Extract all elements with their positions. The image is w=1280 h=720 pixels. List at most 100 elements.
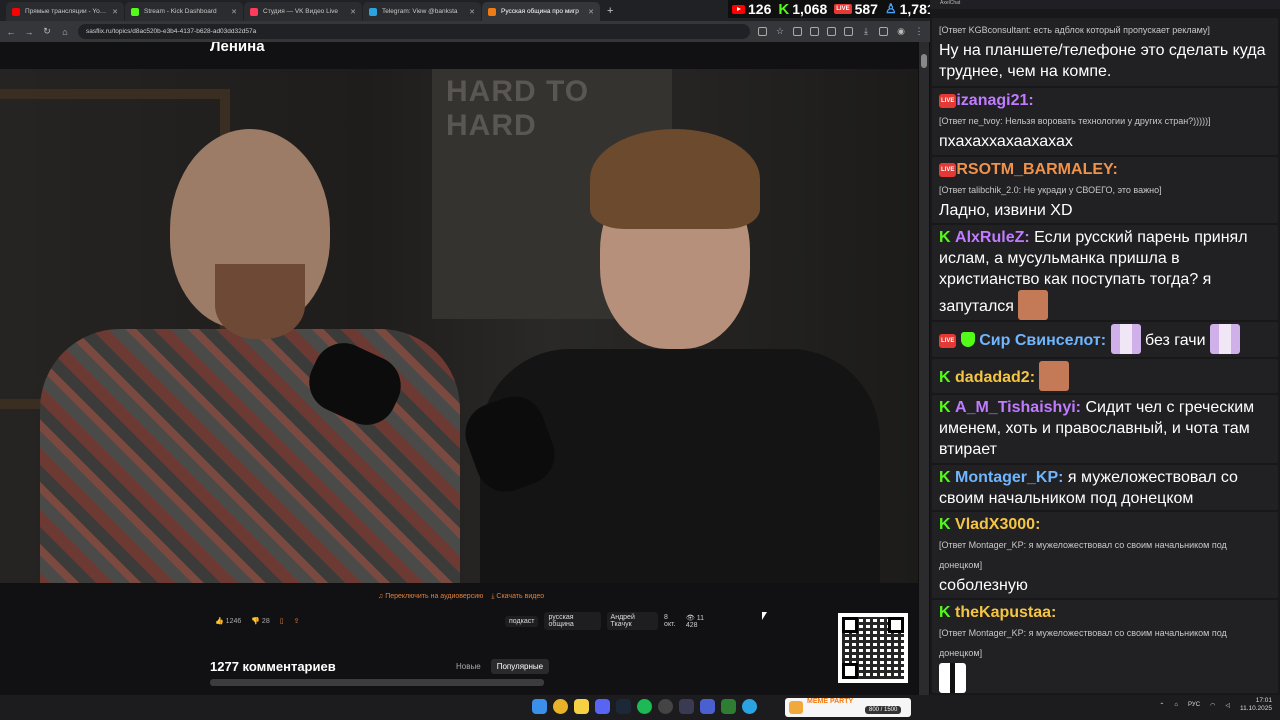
message-text: пхахаххахаахахах: [939, 133, 1073, 150]
sidebar-icon[interactable]: [879, 27, 888, 36]
screen: Прямые трансляции - YouTube ✕ Stream - Ki…: [0, 0, 1280, 720]
username[interactable]: VladX3000:: [955, 516, 1040, 533]
chrome-icon[interactable]: [553, 699, 568, 714]
tab-kick[interactable]: Stream - Kick Dashboard ✕: [125, 2, 243, 21]
extension-icon[interactable]: [827, 27, 836, 36]
home-icon[interactable]: ⌂: [60, 27, 70, 37]
profile-icon[interactable]: ◉: [896, 26, 906, 37]
install-icon[interactable]: [758, 27, 767, 36]
username[interactable]: RSOTM_BARMALEY:: [956, 161, 1117, 178]
tab-active[interactable]: Русская община про мигр ✕: [482, 2, 600, 21]
username[interactable]: Сир Свинселот:: [979, 332, 1106, 349]
language-indicator[interactable]: РУС: [1188, 702, 1200, 708]
start-icon[interactable]: [532, 699, 547, 714]
chat-message: K A_M_Tishaishyi: Сидит чел с греческим …: [932, 395, 1278, 463]
obs-icon[interactable]: [658, 699, 673, 714]
tag[interactable]: Андрей Ткачук: [606, 612, 659, 630]
party-icon: [789, 701, 803, 714]
chat-message: K theKapustaa: [Ответ Montager_KP: я муж…: [932, 600, 1278, 693]
forward-icon[interactable]: →: [24, 27, 34, 37]
wifi-icon[interactable]: ◠: [1210, 702, 1215, 709]
site-icon: [488, 7, 496, 16]
taskbar: MEME PARTY 800 / 1500 ⌃ ⌂ РУС ◠ ◁ 17:01 …: [0, 695, 1280, 720]
viewers-icon: ♙: [884, 1, 897, 16]
download-video-link[interactable]: ⤓ Скачать видео: [491, 593, 544, 601]
comments-count: 1277 комментариев: [210, 659, 336, 674]
emote-icon: [1039, 361, 1070, 391]
tab-telegram[interactable]: Telegram: View @banksta ✕: [363, 2, 481, 21]
close-icon[interactable]: ✕: [350, 8, 356, 16]
username[interactable]: dadadad2:: [955, 369, 1035, 386]
download-icon[interactable]: ⤓: [861, 26, 871, 37]
page-scrollbar[interactable]: [919, 42, 929, 695]
extension-icon[interactable]: [793, 27, 802, 36]
sort-new-button[interactable]: Новые: [450, 659, 487, 674]
tag[interactable]: русская община: [544, 612, 601, 630]
tab-vk[interactable]: Студия — VK Видео Live ✕: [244, 2, 362, 21]
clock[interactable]: 17:01 11.10.2025: [1240, 697, 1272, 713]
youtube-icon: [732, 4, 745, 14]
username[interactable]: A_M_Tishaishyi:: [955, 399, 1081, 416]
address-bar[interactable]: sasflix.ru/topics/d8ac520b-e3b4-4137-b62…: [78, 24, 750, 39]
tag-list: подкаст русская община Андрей Ткачук 8 о…: [505, 612, 715, 630]
scrollbar-thumb[interactable]: [921, 54, 927, 68]
volume-icon[interactable]: ◁: [1225, 702, 1230, 709]
share-icon[interactable]: ⇪: [294, 617, 300, 625]
steam-icon[interactable]: [616, 699, 631, 714]
bookmark-icon[interactable]: ▯: [280, 617, 284, 625]
youtube-viewers: 126: [748, 1, 772, 17]
reload-icon[interactable]: ↻: [42, 26, 52, 37]
tag[interactable]: подкаст: [505, 615, 539, 627]
publish-date: 8 окт.: [664, 614, 676, 628]
menu-icon[interactable]: ⋮: [914, 26, 924, 37]
browser-toolbar: ← → ↻ ⌂ sasflix.ru/topics/d8ac520b-e3b4-…: [0, 21, 930, 42]
back-icon[interactable]: ←: [6, 27, 16, 37]
like-button[interactable]: 👍 1246: [215, 617, 241, 625]
app-icon[interactable]: [700, 699, 715, 714]
extension-icon[interactable]: [810, 27, 819, 36]
username[interactable]: Montager_KP:: [955, 469, 1063, 486]
live-badge-icon: LIVE: [939, 94, 957, 108]
spotify-icon[interactable]: [637, 699, 652, 714]
kick-badge-icon: K: [939, 516, 951, 533]
comment-input[interactable]: [210, 679, 544, 686]
username[interactable]: AlxRuleZ:: [955, 229, 1030, 246]
chat-message: LIVE Сир Свинселот: без гачи: [932, 322, 1278, 357]
app-icon[interactable]: [721, 699, 736, 714]
close-icon[interactable]: ✕: [469, 8, 475, 16]
qr-code: [838, 613, 908, 683]
sort-popular-button[interactable]: Популярные: [490, 659, 550, 674]
username[interactable]: theKapustaa:: [955, 604, 1056, 621]
vk-live-icon: LIVE: [834, 4, 852, 14]
reply-quote: [Ответ talibchik_2.0: Не укради у СВОЕГО…: [939, 185, 1162, 195]
extensions-puzzle-icon[interactable]: [844, 27, 853, 36]
close-icon[interactable]: ✕: [231, 8, 237, 16]
close-icon[interactable]: ✕: [588, 8, 594, 16]
audio-version-link[interactable]: ♫ Переключить на аудиоверсию: [378, 593, 483, 601]
discord-icon[interactable]: [595, 699, 610, 714]
reply-quote: [Ответ ne_tvoy: Нельзя воровать технолог…: [939, 116, 1211, 126]
media-links: ♫ Переключить на аудиоверсию ⤓ Скачать в…: [378, 593, 544, 601]
tab-youtube[interactable]: Прямые трансляции - YouTube ✕: [6, 2, 124, 21]
chevron-up-icon[interactable]: ⌃: [1159, 702, 1164, 709]
kick-viewers: 1,068: [792, 1, 828, 17]
chat-message: LIVE RSOTM_BARMALEY: [Ответ talibchik_2.0…: [932, 157, 1278, 223]
video-meta: 👍 1246 👎 28 ▯ ⇪ подкаст русская община А…: [215, 612, 715, 630]
message-text: соболезную: [939, 577, 1028, 594]
star-icon[interactable]: ☆: [775, 26, 785, 37]
page-content: Ленина HARD TO HARD ♫ Переключить на ауд…: [0, 42, 918, 695]
video-player[interactable]: HARD TO HARD: [0, 69, 918, 583]
emote-icon: [1210, 324, 1241, 354]
party-title: MEME PARTY: [807, 698, 854, 705]
reply-quote: [Ответ Montager_KP: я мужеложествовал со…: [939, 628, 1227, 658]
close-icon[interactable]: ✕: [112, 8, 118, 16]
chat-panel: AxelChat [Ответ KGBconsultant: есть адбл…: [930, 0, 1280, 695]
kick-icon: K: [778, 0, 790, 18]
telegram-icon[interactable]: [742, 699, 757, 714]
username[interactable]: izanagi21:: [956, 92, 1033, 109]
network-icon[interactable]: ⌂: [1174, 702, 1178, 708]
dislike-button[interactable]: 👎 28: [251, 617, 269, 625]
app-icon[interactable]: [679, 699, 694, 714]
new-tab-button[interactable]: +: [607, 5, 613, 21]
folder-icon[interactable]: [574, 699, 589, 714]
